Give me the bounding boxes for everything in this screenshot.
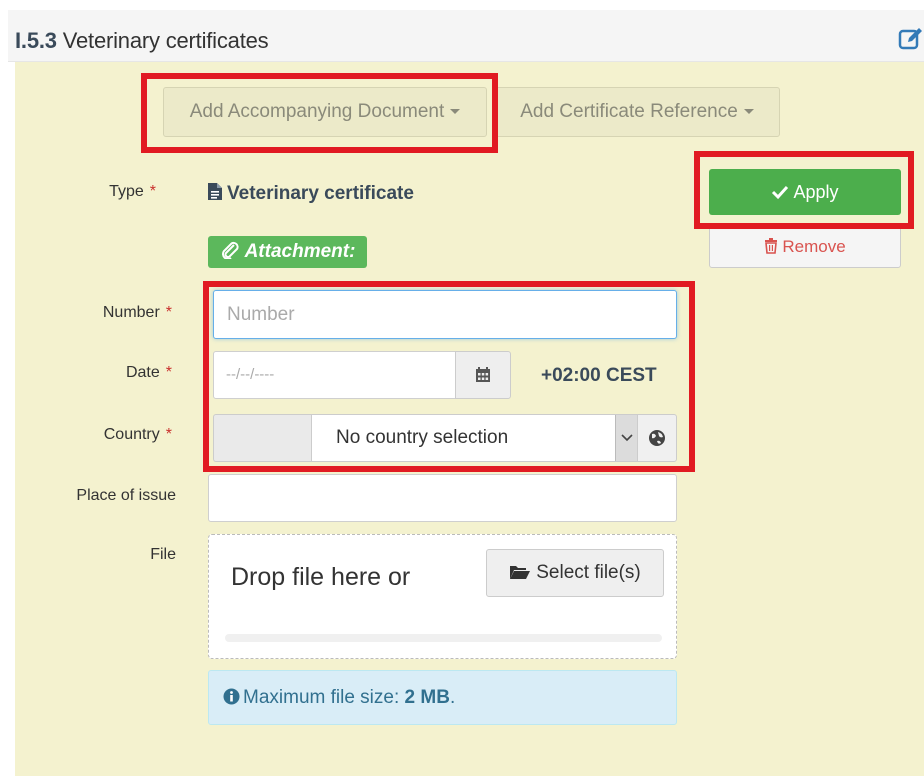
info-icon — [223, 688, 240, 705]
place-of-issue-label: Place of issue — [76, 487, 176, 504]
upload-progress-bar — [225, 634, 662, 642]
folder-open-icon — [510, 566, 531, 579]
trash-icon — [765, 238, 778, 254]
type-label: Type * — [6, 183, 156, 201]
select-files-label: Select file(s) — [536, 562, 641, 583]
remove-label: Remove — [782, 237, 846, 256]
type-value-text: Veterinary certificate — [227, 183, 414, 204]
file-label: File — [150, 546, 176, 563]
number-label-text: Number — [102, 304, 160, 321]
highlight-box-add-document — [141, 73, 498, 153]
add-certificate-reference-button[interactable]: Add Certificate Reference — [494, 87, 780, 137]
type-value: Veterinary certificate — [207, 182, 414, 205]
info-suffix: . — [449, 687, 456, 708]
highlight-box-fields — [203, 281, 695, 472]
file-dropzone[interactable]: Drop file here or Select file(s) — [208, 534, 677, 659]
section-header: I.5.3 Veterinary certificates — [8, 10, 924, 62]
date-label-text: Date — [125, 364, 160, 381]
number-label: Number * — [22, 304, 172, 322]
section-code: I.5.3 — [15, 28, 57, 53]
info-prefix: Maximum file size: — [243, 687, 400, 708]
required-mark: * — [165, 426, 172, 443]
info-value: 2 MB — [404, 687, 450, 708]
drop-text: Drop file here or — [231, 563, 411, 591]
paperclip-icon — [222, 241, 239, 260]
file-icon — [208, 183, 222, 200]
attachment-badge: Attachment: — [208, 236, 368, 268]
highlight-box-apply — [694, 151, 914, 229]
remove-button[interactable]: Remove — [709, 226, 901, 268]
required-mark: * — [149, 183, 156, 200]
max-file-size-info: Maximum file size: 2 MB. — [208, 670, 677, 725]
select-files-button[interactable]: Select file(s) — [486, 549, 664, 597]
caret-down-icon — [743, 109, 754, 115]
add-certificate-reference-label: Add Certificate Reference — [520, 101, 738, 122]
date-label: Date * — [22, 364, 172, 382]
required-mark: * — [165, 304, 172, 321]
country-label-text: Country — [103, 426, 160, 443]
attachment-badge-text: Attachment: — [244, 241, 356, 262]
type-label-text: Type — [109, 183, 144, 200]
edit-icon[interactable] — [898, 26, 924, 52]
place-of-issue-input[interactable] — [208, 474, 677, 522]
required-mark: * — [165, 364, 172, 381]
section-title-text: Veterinary certificates — [62, 28, 269, 53]
section-title: I.5.3 Veterinary certificates — [15, 28, 269, 54]
country-label: Country * — [22, 426, 172, 444]
